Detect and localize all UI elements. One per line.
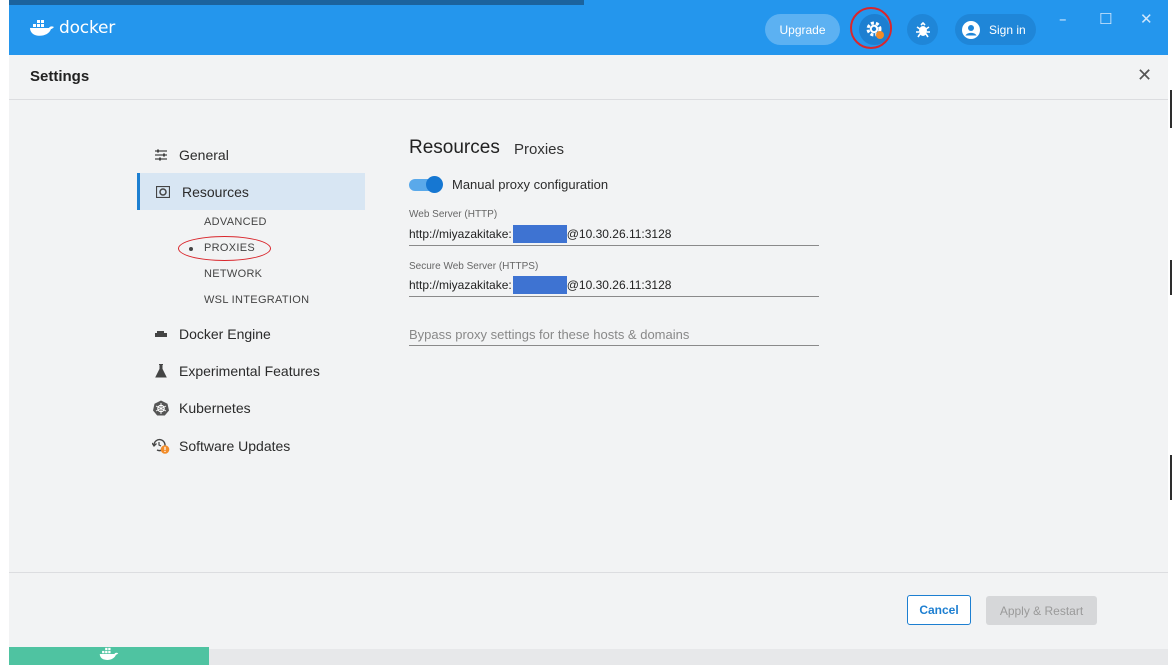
- background-right: [1168, 0, 1172, 665]
- section-title: Resources: [409, 137, 500, 158]
- https-proxy-field[interactable]: http://miyazakitake: @10.30.26.11:3128: [409, 274, 819, 297]
- http-field-prefix: http://miyazakitake:: [409, 227, 512, 241]
- sidebar-subitem-network[interactable]: NETWORK: [204, 268, 262, 280]
- https-field-suffix: @10.30.26.11:3128: [566, 278, 672, 292]
- docker-logo: docker: [29, 18, 115, 38]
- logo-text: docker: [59, 18, 116, 38]
- flask-icon: [155, 363, 167, 377]
- window-close-button[interactable]: ✕: [1140, 10, 1153, 28]
- http-field-label: Web Server (HTTP): [409, 209, 498, 220]
- upgrade-button[interactable]: Upgrade: [765, 14, 840, 45]
- sidebar-item-kubernetes[interactable]: Kubernetes: [137, 389, 365, 426]
- sidebar-item-experimental-features[interactable]: Experimental Features: [137, 352, 365, 389]
- https-field-prefix: http://miyazakitake:: [409, 278, 512, 292]
- sidebar-subitem-wsl-integration[interactable]: WSL INTEGRATION: [204, 294, 309, 306]
- settings-button[interactable]: [859, 14, 890, 45]
- title-bar: docker Upgrade Sign in – ☐ ✕: [9, 0, 1168, 55]
- apply-restart-button[interactable]: Apply & Restart: [986, 596, 1097, 625]
- sidebar-item-software-updates[interactable]: Software Updates: [137, 427, 365, 464]
- sign-in-label: Sign in: [989, 22, 1026, 37]
- troubleshoot-button[interactable]: [907, 14, 938, 45]
- http-proxy-field[interactable]: http://miyazakitake: @10.30.26.11:3128: [409, 223, 819, 246]
- maximize-button[interactable]: ☐: [1099, 10, 1112, 28]
- sidebar-item-resources[interactable]: Resources: [137, 173, 365, 210]
- engine-icon: [155, 330, 167, 337]
- sidebar-item-label: Resources: [182, 183, 249, 200]
- gear-icon: [866, 21, 884, 39]
- sidebar-item-label: Kubernetes: [179, 399, 251, 416]
- sidebar-item-docker-engine[interactable]: Docker Engine: [137, 315, 365, 352]
- bypass-proxy-field[interactable]: Bypass proxy settings for these hosts & …: [409, 323, 819, 346]
- redaction-box: [512, 276, 567, 294]
- sidebar-item-general[interactable]: General: [137, 136, 365, 173]
- kubernetes-icon: [153, 400, 169, 415]
- settings-window: docker Upgrade Sign in – ☐ ✕ Settings ✕ …: [9, 0, 1168, 665]
- http-field-suffix: @10.30.26.11:3128: [566, 227, 672, 241]
- redaction-box: [512, 225, 567, 243]
- section-subtitle: Proxies: [514, 141, 565, 158]
- sliders-icon: [155, 149, 167, 160]
- page-title: Settings: [30, 68, 90, 85]
- minimize-button[interactable]: –: [1059, 10, 1067, 28]
- settings-header: Settings ✕: [9, 55, 1168, 100]
- sign-in-button[interactable]: Sign in: [955, 14, 1036, 45]
- toggle-label: Manual proxy configuration: [452, 177, 609, 192]
- docker-status-tab[interactable]: [9, 647, 209, 665]
- cancel-button[interactable]: Cancel: [907, 595, 971, 625]
- sidebar-item-label: Experimental Features: [179, 362, 320, 379]
- https-field-label: Secure Web Server (HTTPS): [409, 261, 539, 272]
- user-icon: [962, 20, 980, 39]
- manual-proxy-toggle[interactable]: [409, 176, 444, 193]
- close-settings-button[interactable]: ✕: [1137, 65, 1152, 86]
- sidebar-subitem-proxies[interactable]: PROXIES: [204, 242, 255, 254]
- sidebar-subitem-advanced[interactable]: ADVANCED: [204, 216, 267, 228]
- update-icon: [152, 438, 170, 454]
- sidebar-item-label: Docker Engine: [179, 325, 271, 342]
- sidebar-item-label: Software Updates: [179, 437, 291, 454]
- bypass-placeholder: Bypass proxy settings for these hosts & …: [409, 326, 690, 342]
- bug-icon: [915, 21, 930, 37]
- resources-icon: [155, 185, 170, 198]
- top-strip: [9, 0, 584, 5]
- docker-whale-icon: [30, 20, 54, 36]
- docker-whale-icon: [99, 647, 119, 660]
- background-left: [0, 0, 9, 665]
- toggle-knob: [426, 176, 443, 193]
- sidebar-item-label: General: [179, 146, 229, 163]
